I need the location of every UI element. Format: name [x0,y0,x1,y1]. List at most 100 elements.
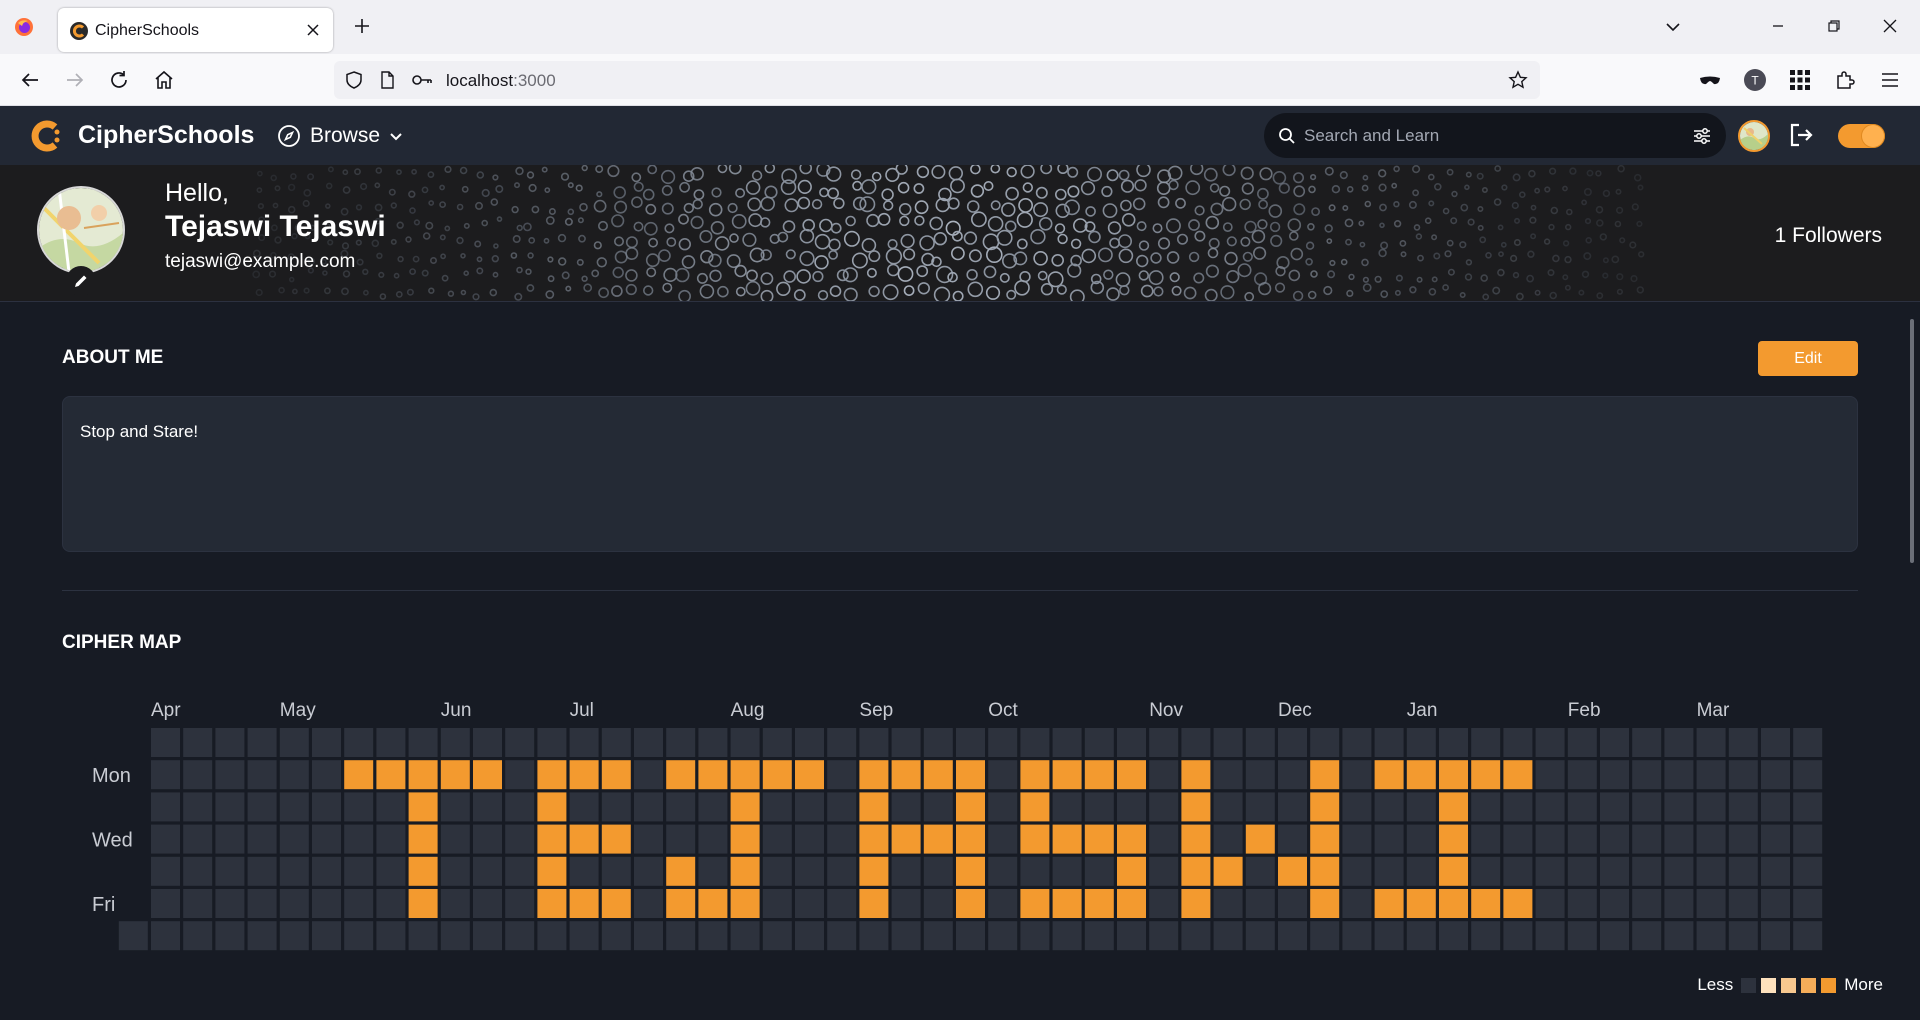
heatmap-cell[interactable] [601,792,631,822]
heatmap-cell[interactable] [698,824,728,854]
heatmap-cell[interactable] [988,760,1018,790]
heatmap-cell[interactable] [1632,824,1662,854]
heatmap-cell[interactable] [891,856,921,886]
heatmap-cell[interactable] [601,921,631,951]
heatmap-cell[interactable] [1567,856,1597,886]
heatmap-cell[interactable] [1664,856,1694,886]
heatmap-cell[interactable] [1310,792,1340,822]
heatmap-cell[interactable] [183,921,213,951]
heatmap-cell[interactable] [505,856,535,886]
key-permissions-icon[interactable] [411,70,433,90]
heatmap-cell[interactable] [344,792,374,822]
heatmap-cell[interactable] [1342,824,1372,854]
heatmap-cell[interactable] [1020,921,1050,951]
heatmap-cell[interactable] [1149,760,1179,790]
search-input[interactable] [1304,119,1664,152]
heatmap-cell[interactable] [634,792,663,822]
heatmap-cell[interactable] [795,760,824,790]
heatmap-cell[interactable] [1213,856,1243,886]
heatmap-cell[interactable] [698,921,728,951]
heatmap-cell[interactable] [1181,792,1211,822]
heatmap-cell[interactable] [1761,760,1790,790]
heatmap-cell[interactable] [408,921,438,951]
heatmap-cell[interactable] [1052,889,1082,918]
heatmap-cell[interactable] [1245,792,1275,822]
heatmap-cell[interactable] [1406,856,1436,886]
heatmap-cell[interactable] [1342,760,1372,790]
heatmap-cell[interactable] [730,889,760,918]
page-scrollbar[interactable] [1904,302,1920,1020]
heatmap-cell[interactable] [1052,856,1082,886]
heatmap-cell[interactable] [1535,728,1565,757]
heatmap-cell[interactable] [923,760,953,790]
heatmap-cell[interactable] [1149,728,1179,757]
heatmap-cell[interactable] [956,728,985,757]
heatmap-cell[interactable] [1406,792,1436,822]
heatmap-cell[interactable] [279,889,309,918]
heatmap-cell[interactable] [1020,889,1050,918]
heatmap-cell[interactable] [408,824,438,854]
heatmap-cell[interactable] [1793,856,1823,886]
heatmap-cell[interactable] [1600,760,1629,790]
heatmap-cell[interactable] [1117,728,1146,757]
heatmap-cell[interactable] [1696,856,1726,886]
new-tab-icon[interactable] [352,16,372,36]
heatmap-cell[interactable] [183,792,213,822]
heatmap-cell[interactable] [1374,921,1404,951]
heatmap-cell[interactable] [440,921,470,951]
account-avatar-icon[interactable]: T [1743,68,1767,92]
heatmap-cell[interactable] [1052,921,1082,951]
heatmap-cell[interactable] [312,728,341,757]
heatmap-cell[interactable] [923,824,953,854]
heatmap-cell[interactable] [1503,856,1533,886]
heatmap-cell[interactable] [1535,921,1565,951]
heatmap-cell[interactable] [988,728,1018,757]
heatmap-cell[interactable] [1728,889,1758,918]
heatmap-cell[interactable] [505,824,535,854]
heatmap-cell[interactable] [1471,824,1501,854]
heatmap-cell[interactable] [891,824,921,854]
heatmap-cell[interactable] [1471,856,1501,886]
heatmap-cell[interactable] [569,921,599,951]
heatmap-cell[interactable] [151,728,180,757]
heatmap-cell[interactable] [988,824,1018,854]
heatmap-cell[interactable] [1149,856,1179,886]
heatmap-cell[interactable] [795,921,824,951]
heatmap-cell[interactable] [537,792,567,822]
close-tab-icon[interactable] [305,22,321,38]
heatmap-cell[interactable] [859,792,889,822]
heatmap-cell[interactable] [1471,921,1501,951]
edit-about-button[interactable]: Edit [1758,341,1858,376]
heatmap-cell[interactable] [473,921,502,951]
heatmap-cell[interactable] [247,824,277,854]
heatmap-cell[interactable] [279,921,309,951]
heatmap-cell[interactable] [473,856,502,886]
heatmap-cell[interactable] [247,760,277,790]
heatmap-cell[interactable] [1052,792,1082,822]
heatmap-cell[interactable] [1664,889,1694,918]
heatmap-cell[interactable] [1181,889,1211,918]
heatmap-cell[interactable] [634,921,663,951]
heatmap-cell[interactable] [1471,728,1501,757]
heatmap-cell[interactable] [1149,824,1179,854]
heatmap-cell[interactable] [1278,792,1307,822]
heatmap-cell[interactable] [151,921,180,951]
heatmap-cell[interactable] [537,921,567,951]
heatmap-cell[interactable] [1696,889,1726,918]
heatmap-cell[interactable] [1278,824,1307,854]
heatmap-cell[interactable] [859,824,889,854]
heatmap-cell[interactable] [827,824,857,854]
heatmap-cell[interactable] [505,792,535,822]
heatmap-cell[interactable] [762,792,792,822]
heatmap-cell[interactable] [1278,921,1307,951]
heatmap-cell[interactable] [569,889,599,918]
heatmap-cell[interactable] [1374,824,1404,854]
heatmap-cell[interactable] [440,792,470,822]
reload-icon[interactable] [107,68,131,92]
heatmap-cell[interactable] [601,760,631,790]
heatmap-cell[interactable] [312,824,341,854]
heatmap-cell[interactable] [1052,728,1082,757]
heatmap-cell[interactable] [1761,792,1790,822]
close-window-icon[interactable] [1880,16,1900,36]
heatmap-cell[interactable] [1535,824,1565,854]
